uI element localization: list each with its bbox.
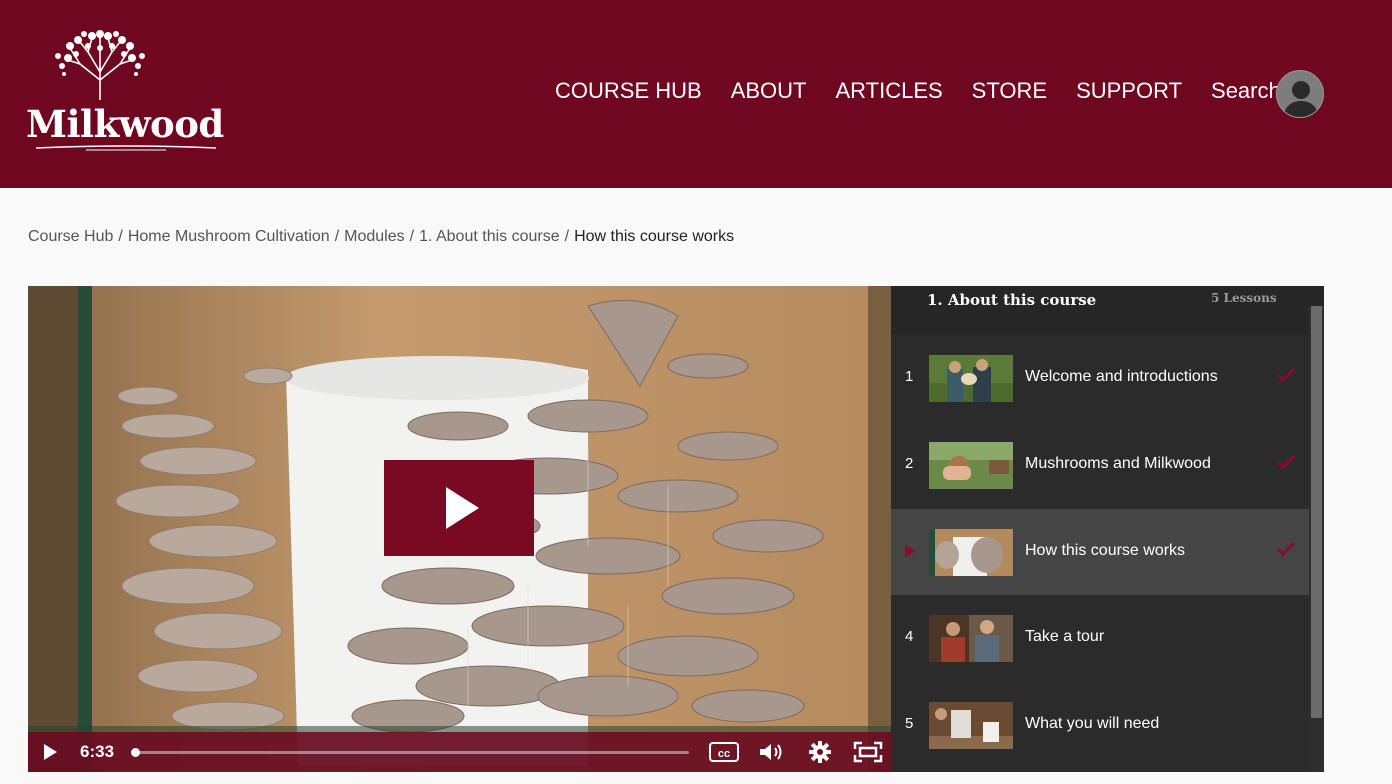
milkwood-logo[interactable]: Milkwood: [26, 30, 226, 152]
breadcrumb: Course Hub / Home Mushroom Cultivation / Mod…: [28, 228, 734, 246]
nav-articles[interactable]: ARTICLES: [835, 78, 942, 104]
svg-text:cc: cc: [718, 748, 730, 760]
volume-icon[interactable]: [757, 740, 785, 764]
play-icon: [446, 487, 479, 529]
lesson-thumbnail: [929, 442, 1013, 489]
module-header: 1. About this course 5 Lessons: [891, 286, 1324, 334]
lesson-title: Welcome and introductions: [1025, 368, 1218, 385]
lesson-count: 5 Lessons: [1211, 291, 1277, 305]
lesson-number: 1: [905, 368, 914, 385]
lesson-number: 4: [905, 628, 914, 645]
logo-ground-line: [35, 145, 217, 151]
lesson-item[interactable]: 2 Mushrooms and Milkwood: [891, 422, 1309, 508]
lesson-thumbnail: [929, 355, 1013, 402]
breadcrumb-module[interactable]: 1. About this course: [419, 228, 560, 245]
video-progress-bar[interactable]: [130, 748, 689, 757]
current-lesson-arrow-icon: [905, 545, 916, 557]
lesson-title: Take a tour: [1025, 628, 1105, 645]
module-title: 1. About this course: [927, 291, 1097, 309]
user-avatar[interactable]: [1276, 70, 1324, 118]
nav-store[interactable]: STORE: [972, 78, 1047, 104]
lesson-item-active[interactable]: How this course works: [891, 509, 1309, 595]
lesson-title: Mushrooms and Milkwood: [1025, 455, 1211, 472]
video-player[interactable]: 6:33 cc: [28, 286, 891, 772]
nav-about[interactable]: ABOUT: [731, 78, 807, 104]
lesson-title: How this course works: [1025, 542, 1186, 559]
tree-icon: [55, 30, 145, 100]
play-overlay-button[interactable]: [384, 460, 534, 556]
scrollbar-thumb[interactable]: [1311, 306, 1322, 718]
breadcrumb-separator: /: [564, 228, 570, 245]
video-progress-handle[interactable]: [130, 748, 140, 757]
completed-check-icon: [1277, 542, 1295, 556]
lesson-list-scrollbar[interactable]: [1309, 306, 1324, 772]
lesson-thumbnail: [929, 529, 1013, 576]
play-icon[interactable]: [44, 744, 57, 760]
lesson-item[interactable]: 4 Take a tour: [891, 595, 1309, 681]
site-header: Milkwood COURSE HUB ABOUT ARTICLES STORE…: [0, 0, 1392, 188]
completed-check-icon: [1277, 455, 1295, 469]
nav-course-hub[interactable]: COURSE HUB: [555, 78, 702, 104]
nav-search[interactable]: Search: [1211, 78, 1281, 104]
completed-check-icon: [1277, 368, 1295, 382]
lesson-number: 2: [905, 455, 914, 472]
settings-icon[interactable]: [807, 740, 833, 764]
breadcrumb-separator: /: [409, 228, 415, 245]
fullscreen-icon[interactable]: [852, 740, 884, 764]
captions-icon[interactable]: cc: [708, 740, 740, 764]
nav-support[interactable]: SUPPORT: [1076, 78, 1182, 104]
lesson-title: What you will need: [1025, 715, 1160, 732]
lesson-panel: 1. About this course 5 Lessons 1 Welcome…: [891, 286, 1324, 772]
lesson-item[interactable]: 1 Welcome and introductions: [891, 335, 1309, 421]
lesson-thumbnail: [929, 702, 1013, 749]
breadcrumb-separator: /: [334, 228, 340, 245]
lesson-number: 5: [905, 715, 914, 732]
lesson-thumbnail: [929, 615, 1013, 662]
breadcrumb-modules[interactable]: Modules: [344, 228, 404, 245]
video-controls: 6:33 cc: [28, 732, 891, 772]
video-time: 6:33: [80, 742, 115, 761]
breadcrumb-course[interactable]: Home Mushroom Cultivation: [128, 228, 330, 245]
user-avatar-icon: [1277, 71, 1323, 117]
main-nav: COURSE HUB ABOUT ARTICLES STORE SUPPORT …: [555, 78, 1310, 104]
logo-wordmark: Milkwood: [26, 102, 224, 146]
breadcrumb-separator: /: [118, 228, 123, 245]
breadcrumb-current: How this course works: [574, 228, 735, 245]
breadcrumb-course-hub[interactable]: Course Hub: [28, 228, 113, 245]
lesson-item[interactable]: 5 What you will need: [891, 682, 1309, 768]
